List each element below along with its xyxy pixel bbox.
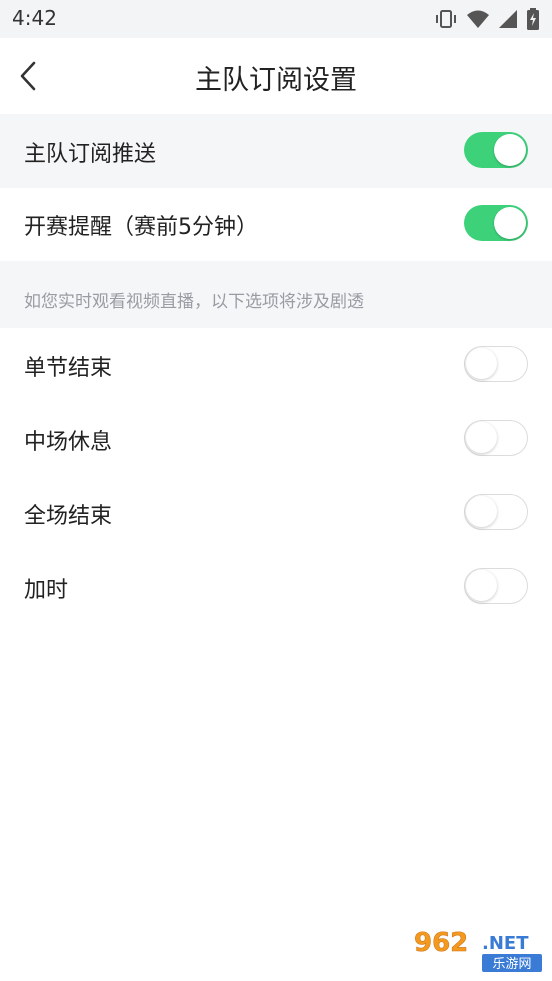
svg-text:乐游网: 乐游网 xyxy=(492,957,531,972)
kickoff-reminder-toggle[interactable] xyxy=(464,205,528,241)
wifi-icon xyxy=(467,10,489,28)
spoiler-hint-band: 如您实时观看视频直播，以下选项将涉及剧透 xyxy=(0,261,552,328)
site-watermark-logo: 962 .NET 乐游网 xyxy=(410,923,546,975)
toggle-knob xyxy=(494,207,526,239)
game-end-toggle[interactable] xyxy=(464,494,528,530)
event-row-halftime: 中场休息 xyxy=(0,402,552,476)
setting-label: 开赛提醒（赛前5分钟） xyxy=(24,215,258,240)
toggle-knob xyxy=(494,134,526,166)
setting-row-team-push: 主队订阅推送 xyxy=(0,114,552,188)
toggle-knob xyxy=(466,496,497,527)
setting-row-kickoff-reminder: 开赛提醒（赛前5分钟） xyxy=(0,187,552,261)
halftime-toggle[interactable] xyxy=(464,420,528,456)
toggle-knob xyxy=(466,422,497,453)
event-row-game-end: 全场结束 xyxy=(0,476,552,550)
setting-label: 主队订阅推送 xyxy=(24,142,157,167)
status-icons xyxy=(434,8,540,30)
svg-text:.NET: .NET xyxy=(482,933,529,954)
battery-charging-icon xyxy=(527,8,539,30)
event-label: 全场结束 xyxy=(24,504,113,529)
toggle-knob xyxy=(466,348,497,379)
event-row-quarter-end: 单节结束 xyxy=(0,328,552,402)
event-label: 单节结束 xyxy=(24,356,113,381)
team-push-toggle[interactable] xyxy=(464,132,528,168)
vibrate-icon xyxy=(436,10,456,28)
signal-icon xyxy=(499,10,517,28)
overtime-toggle[interactable] xyxy=(464,568,528,604)
event-label: 中场休息 xyxy=(24,430,113,455)
event-row-overtime: 加时 xyxy=(0,550,552,624)
page-header: 主队订阅设置 xyxy=(0,38,552,114)
page-title: 主队订阅设置 xyxy=(195,65,357,96)
toggle-knob xyxy=(466,570,497,601)
status-time: 4:42 xyxy=(12,6,57,30)
svg-text:962: 962 xyxy=(414,928,468,958)
status-bar: 4:42 xyxy=(0,0,552,38)
event-label: 加时 xyxy=(24,578,69,603)
quarter-end-toggle[interactable] xyxy=(464,346,528,382)
spoiler-hint-text: 如您实时观看视频直播，以下选项将涉及剧透 xyxy=(24,292,364,312)
